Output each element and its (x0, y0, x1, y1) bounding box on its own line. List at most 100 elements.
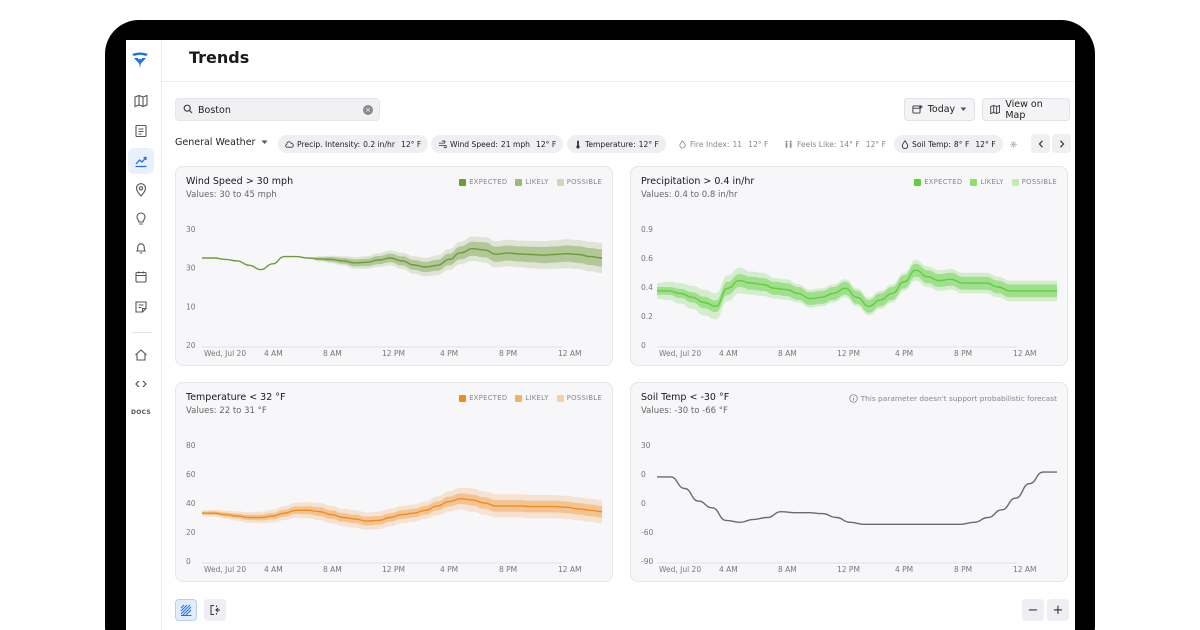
y-tick-label: 0.6 (641, 254, 653, 263)
chevron-right-icon (1059, 139, 1064, 148)
x-tick-label: 8 AM (778, 565, 797, 574)
x-tick-label: 8 PM (954, 349, 972, 358)
sidebar-item-notes[interactable] (128, 294, 154, 320)
x-tick-label: 8 AM (778, 349, 797, 358)
y-tick-label: 30 (641, 441, 651, 450)
search-icon (183, 104, 193, 114)
x-tick-label: Wed, Jul 20 (659, 349, 701, 358)
y-tick-label: 30 (186, 264, 196, 273)
probabilistic-note: This parameter doesn't support probabili… (848, 394, 1057, 403)
sidebar-docs-link[interactable]: DOCS (126, 409, 156, 416)
calendar-icon (135, 271, 147, 283)
location-pin-icon (135, 183, 147, 197)
legend-expected: EXPECTED (459, 394, 507, 402)
y-tick-label: 0.9 (641, 225, 653, 234)
y-tick-label: 40 (186, 499, 196, 508)
header-divider (162, 81, 1075, 82)
legend-possible: POSSIBLE (556, 394, 602, 402)
chart-legend: EXPECTED LIKELY POSSIBLE (914, 178, 1057, 186)
date-select-button[interactable]: Today (904, 98, 975, 121)
y-tick-label: 0 (641, 341, 646, 350)
note-icon (135, 301, 147, 313)
sidebar-item-alerts[interactable] (128, 235, 154, 261)
y-tick-label: 0 (641, 499, 646, 508)
x-tick-label: 4 PM (895, 565, 913, 574)
y-tick-label: 0.2 (641, 312, 653, 321)
x-tick-label: 12 PM (382, 565, 405, 574)
clear-search-icon[interactable]: × (363, 105, 373, 115)
y-tick-label: 80 (186, 441, 196, 450)
x-tick-label: 12 AM (558, 565, 582, 574)
legend-swatch (515, 394, 523, 402)
info-icon (848, 394, 858, 403)
x-tick-label: 8 AM (323, 349, 342, 358)
x-tick-label: 12 PM (382, 349, 405, 358)
probabilistic-view-toggle[interactable] (175, 599, 197, 621)
sidebar-item-map[interactable] (128, 88, 154, 114)
x-tick-label: 4 AM (264, 565, 283, 574)
app-screen: DOCS Trends × Today View on Map General … (126, 40, 1075, 630)
wind-icon (438, 139, 447, 148)
chip-fire-index[interactable]: Fire Index: 11 12° F (671, 135, 775, 153)
legend-swatch (556, 178, 564, 186)
y-tick-label: 0 (641, 470, 646, 479)
chip-precip-intensity[interactable]: Precip. Intensity: 0.2 in/hr 12° F (278, 135, 429, 153)
chips-prev-button[interactable] (1031, 134, 1050, 153)
sidebar-item-calendar[interactable] (128, 264, 154, 290)
lightbulb-icon (136, 212, 146, 225)
search-input[interactable] (198, 102, 358, 118)
trend-chart-icon (135, 156, 147, 168)
x-tick-label: 4 PM (895, 349, 913, 358)
export-chart-button[interactable] (204, 599, 226, 621)
x-tick-label: 12 AM (558, 349, 582, 358)
x-tick-label: 4 PM (440, 349, 458, 358)
chip-temperature[interactable]: Temperature: 12° F (567, 135, 666, 153)
chip-soil-temp[interactable]: Soil Temp: 8° F 12° F (894, 135, 1003, 153)
sidebar-item-trends[interactable] (128, 148, 154, 174)
panel-title: Soil Temp < -30 °F (641, 392, 730, 403)
legend-likely: LIKELY (515, 178, 548, 186)
chip-feels-like[interactable]: Feels Like: 14° F 12° F (777, 135, 893, 153)
legend-swatch (1011, 178, 1019, 186)
y-tick-label: -60 (641, 528, 653, 537)
feels-like-icon (785, 140, 792, 148)
x-tick-label: 8 PM (499, 349, 517, 358)
x-tick-label: 12 PM (837, 349, 860, 358)
bell-icon (135, 243, 147, 254)
chip-more[interactable] (1006, 135, 1021, 153)
view-on-map-label: View on Map (1005, 98, 1043, 121)
zoom-in-button[interactable]: + (1047, 599, 1069, 621)
x-tick-label: 4 PM (440, 565, 458, 574)
sidebar-item-home[interactable] (128, 342, 154, 368)
sidebar-item-insights[interactable] (128, 206, 154, 232)
panel-title: Wind Speed > 30 mph (186, 176, 294, 187)
zoom-out-button[interactable]: − (1022, 599, 1044, 621)
legend-possible: POSSIBLE (556, 178, 602, 186)
panel-subtitle: Values: -30 to -66 °F (641, 406, 728, 416)
legend-swatch (556, 394, 564, 402)
sidebar-item-locations[interactable] (128, 177, 154, 203)
sidebar-item-reports[interactable] (128, 118, 154, 144)
panel-wind-speed: 30 30 10 20 Wed, Jul 20 4 AM 8 AM 12 PM 4 PM 8 PM… (175, 166, 613, 366)
weather-group-select[interactable]: General Weather (175, 137, 268, 148)
x-tick-label: 4 AM (719, 349, 738, 358)
chevron-left-icon (1038, 139, 1043, 148)
sidebar-item-api[interactable] (128, 371, 154, 397)
chip-wind-speed[interactable]: Wind Speed: 21 mph 12° F (431, 135, 564, 153)
code-icon (135, 380, 147, 388)
x-tick-label: 12 PM (837, 565, 860, 574)
caret-down-icon (261, 140, 268, 144)
thermometer-icon (576, 139, 580, 149)
panel-title: Temperature < 32 °F (186, 392, 286, 403)
view-on-map-button[interactable]: View on Map (982, 98, 1070, 121)
legend-swatch (459, 178, 467, 186)
x-tick-label: 4 AM (264, 349, 283, 358)
legend-swatch (970, 178, 978, 186)
export-icon (210, 605, 220, 615)
x-tick-label: 12 AM (1013, 565, 1037, 574)
y-tick-label: 60 (186, 470, 196, 479)
x-tick-label: 12 AM (1013, 349, 1037, 358)
y-tick-label: 30 (186, 225, 196, 234)
precip-intensity-icon (285, 140, 294, 148)
chips-next-button[interactable] (1052, 134, 1071, 153)
